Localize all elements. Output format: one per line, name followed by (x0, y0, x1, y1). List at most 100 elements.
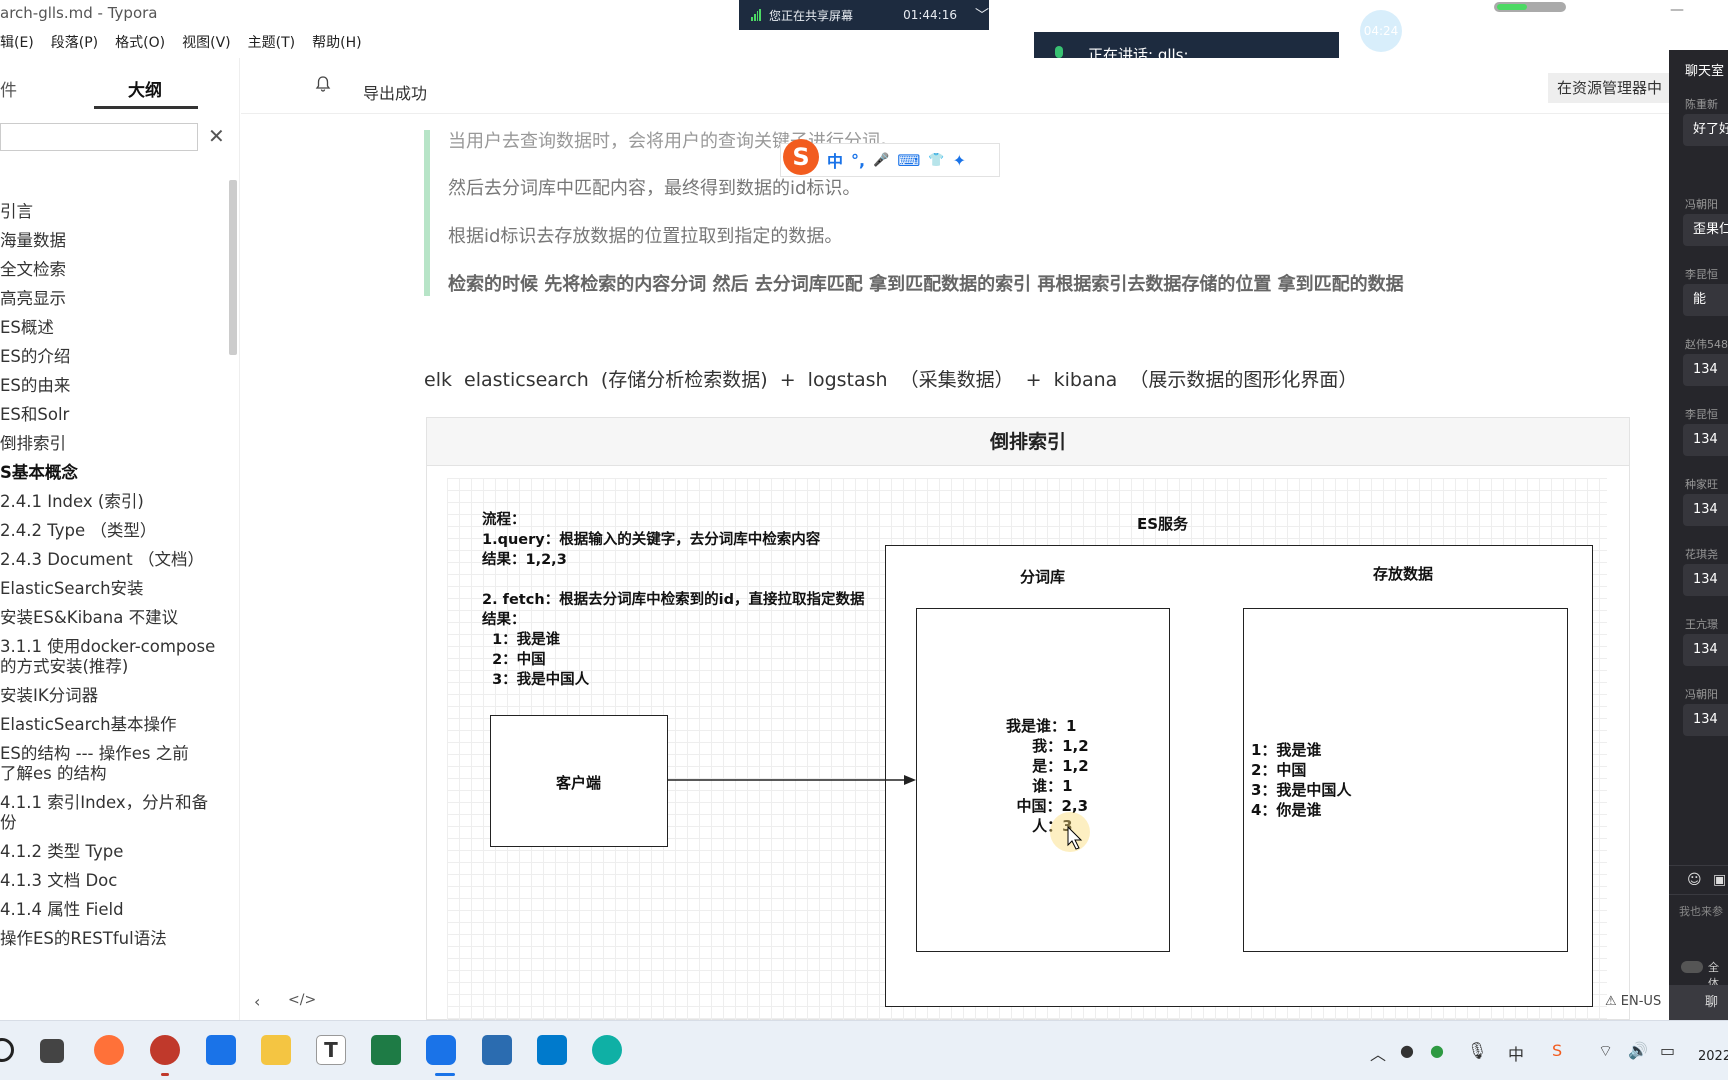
photos-icon[interactable] (206, 1035, 236, 1065)
ime-mic-icon[interactable]: 🎤 (873, 153, 889, 168)
timer-bubble[interactable]: 04:24 (1360, 10, 1402, 52)
outline-item[interactable]: 的方式安装(推荐) (0, 653, 128, 677)
tray-app-icon[interactable]: ● (1400, 1041, 1414, 1060)
storage-label: 存放数据 (1373, 565, 1434, 583)
outline-item[interactable]: 了解es 的结构 (0, 760, 107, 784)
chevron-down-icon[interactable]: ﹀ (975, 5, 989, 25)
taskbar: T ︿ ● ● 🎙 中 S ⌔ 🔊 ▭ 2022 (0, 1020, 1728, 1080)
elk-line: elk elasticsearch (存储分析检索数据) + logstash … (424, 369, 1358, 391)
input-method-icon[interactable]: 中 (1508, 1041, 1524, 1065)
tray-security-icon[interactable]: ● (1430, 1041, 1444, 1060)
outline-item[interactable]: ES的由来 (0, 372, 70, 396)
mouse-cursor-icon (1067, 826, 1083, 850)
chat-sender: 冯朝阳 (1685, 198, 1718, 211)
chat-sender: 种家旺 (1685, 478, 1718, 491)
task-view-icon[interactable] (40, 1039, 64, 1063)
ime-keyboard-icon[interactable]: ⌨ (897, 151, 920, 170)
active-dot (161, 1073, 169, 1076)
microphone-icon[interactable]: 🎙 (1467, 1041, 1487, 1060)
ime-skin-icon[interactable]: 👕 (928, 153, 944, 168)
ime-punct-icon[interactable]: °, (851, 151, 865, 170)
storage-entries: 1：我是谁 2：中国 3：我是中国人 4：你是谁 (1251, 741, 1352, 819)
file-explorer-icon[interactable] (261, 1035, 291, 1065)
battery-tray-icon[interactable]: ▭ (1660, 1041, 1675, 1060)
wifi-icon[interactable]: ⌔ (1598, 1041, 1613, 1061)
tab-outline[interactable]: 大纲 (128, 76, 162, 101)
sogou-logo-icon[interactable]: S (783, 139, 819, 175)
client-label: 客户端 (556, 774, 602, 792)
outline-item[interactable]: 2.4.1 Index (索引) (0, 488, 144, 512)
chat-send-button[interactable]: 聊天 (1669, 985, 1728, 1020)
image-icon[interactable]: ▣ (1713, 872, 1726, 888)
arrow-connector (668, 775, 916, 785)
signal-icon (751, 9, 761, 21)
menu-format[interactable]: 格式(O) (115, 28, 165, 58)
menu-paragraph[interactable]: 段落(P) (51, 28, 98, 58)
volume-icon[interactable]: 🔊 (1628, 1041, 1648, 1060)
sidebar-scrollbar[interactable] (229, 180, 237, 355)
outline-item[interactable]: ES的介绍 (0, 343, 70, 367)
outline-search-input[interactable] (0, 123, 198, 151)
excel-icon[interactable] (371, 1035, 401, 1065)
chevron-up-icon[interactable]: ︿ (1370, 1041, 1386, 1065)
sogou-tray-icon[interactable]: S (1552, 1041, 1562, 1060)
sidebar: 件 大纲 ✕ 引言海量数据全文检索高亮显示 ES概述 ES的介绍 ES的由来 ES和So… (0, 58, 240, 1020)
screen-share-bar[interactable]: 您正在共享屏幕 01:44:16 ﹀ (739, 0, 989, 30)
outline-item[interactable]: 操作ES的RESTful语法 (0, 925, 167, 949)
chat-input[interactable]: 我也来参 (1679, 903, 1723, 919)
ime-tools-icon[interactable]: ✦ (953, 151, 966, 170)
minimize-icon[interactable]: — (1670, 2, 1684, 18)
search-icon[interactable] (0, 1038, 14, 1062)
ime-toolbar[interactable]: S 中 °, 🎤 ⌨ 👕 ✦ (780, 139, 1000, 177)
outline-item[interactable]: 4.1.4 属性 Field (0, 896, 124, 920)
bell-icon[interactable] (315, 76, 331, 92)
quote-bold-line: 检索的时候 先将检索的内容分词 然后 去分词库匹配 拿到匹配数据的索引 再根据索… (448, 274, 1404, 295)
tab-files[interactable]: 件 (0, 76, 17, 101)
outline-item[interactable]: ElasticSearch基本操作 (0, 711, 177, 735)
outline-item[interactable]: 海量数据 (0, 227, 66, 251)
outline-item[interactable]: 4.1.2 类型 Type (0, 838, 123, 862)
chat-message: 歪果仁 (1683, 214, 1728, 246)
app-avatar-icon[interactable] (150, 1035, 180, 1065)
outline-item[interactable]: 份 (0, 809, 17, 833)
outline-item[interactable]: 4.1.3 文档 Doc (0, 867, 117, 891)
outline-item[interactable]: ElasticSearch安装 (0, 575, 144, 599)
vscode-icon[interactable] (537, 1035, 567, 1065)
typora-icon[interactable]: T (316, 1035, 346, 1065)
edge-icon[interactable] (592, 1035, 622, 1065)
source-code-icon[interactable]: </> (288, 992, 316, 1008)
es-service-label: ES服务 (1137, 515, 1189, 533)
menu-help[interactable]: 帮助(H) (312, 28, 361, 58)
outline-item[interactable]: ES概述 (0, 314, 54, 338)
menu-edit[interactable]: 辑(E) (0, 28, 34, 58)
open-in-explorer-button[interactable]: 在资源管理器中 (1548, 73, 1672, 103)
outline-item[interactable]: 安装ES&Kibana 不建议 (0, 604, 178, 628)
outline-item[interactable]: ES和Solr (0, 401, 69, 425)
outline-item[interactable]: 引言 (0, 198, 33, 222)
outline-item[interactable]: 高亮显示 (0, 285, 66, 309)
outline-item[interactable]: 2.4.3 Document （文档） (0, 546, 204, 570)
outline-item[interactable]: S基本概念 (0, 459, 78, 483)
all-members-toggle[interactable] (1681, 961, 1703, 973)
editor-header: 导出成功 在资源管理器中 (241, 58, 1672, 114)
share-label: 您正在共享屏幕 (769, 8, 854, 23)
diagram-embed[interactable]: 倒排索引 流程： 1.query：根据输入的关键字，去分词库中检索内容 结果：1… (426, 417, 1630, 1021)
outline-item[interactable]: 倒排索引 (0, 430, 66, 454)
outline-item[interactable]: 安装IK分词器 (0, 682, 98, 706)
quote-line: 然后去分词库中匹配内容，最终得到数据的id标识。 (448, 178, 861, 199)
outline-item[interactable]: 2.4.2 Type （类型） (0, 517, 156, 541)
chevron-left-icon[interactable]: ‹ (254, 992, 260, 1011)
firefox-icon[interactable] (94, 1035, 124, 1065)
outline-item[interactable]: 全文检索 (0, 256, 66, 280)
window-app-icon[interactable] (482, 1035, 512, 1065)
ime-mode-icon[interactable]: 中 (827, 148, 843, 172)
menu-theme[interactable]: 主题(T) (248, 28, 295, 58)
app-p-icon[interactable] (426, 1035, 456, 1065)
clock[interactable]: 2022 (1698, 1049, 1728, 1064)
outline-item[interactable]: 4.1.1 索引Index，分片和备 (0, 789, 208, 813)
close-icon[interactable]: ✕ (208, 124, 225, 148)
menu-view[interactable]: 视图(V) (182, 28, 231, 58)
chat-sender: 赵伟548 (1685, 338, 1728, 351)
emoji-icon[interactable]: ☺ (1687, 872, 1702, 888)
chat-panel: 聊天室 陈重新 好了好 冯朝阳 歪果仁 李昆恒能赵伟548 134 李昆恒 134 种家旺 134… (1669, 50, 1728, 1020)
